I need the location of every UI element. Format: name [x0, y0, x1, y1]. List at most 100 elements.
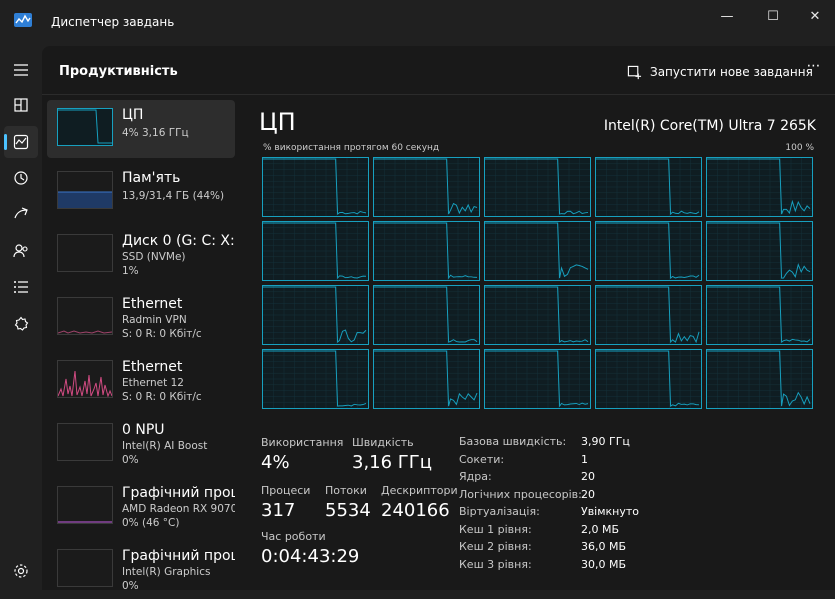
graph-max-label: 100 % [785, 143, 814, 153]
logical-processor-graph [595, 285, 702, 345]
logical-processor-graphs [262, 157, 816, 411]
resource-item-disk[interactable]: Диск 0 (G: C: X: F: SSD (NVMe) 1% [47, 226, 235, 284]
gpu-1-thumbnail [57, 549, 113, 587]
resource-detail: 4% 3,16 ГГц [122, 127, 189, 139]
page-title: Продуктивність [59, 64, 178, 79]
info-key: Логічних процесорів: [459, 488, 582, 501]
logical-processor-graph [262, 221, 369, 281]
settings-icon[interactable] [9, 559, 33, 583]
left-navigation [0, 46, 42, 590]
cpu-title: ЦП [259, 108, 296, 136]
gpu-0-thumbnail [57, 486, 113, 524]
menu-icon[interactable] [9, 58, 33, 82]
services-icon[interactable] [9, 312, 33, 336]
logical-processor-graph [262, 157, 369, 217]
performance-icon[interactable] [4, 126, 38, 158]
logical-processor-graph [706, 349, 813, 409]
resource-name: 0 NPU [122, 422, 165, 438]
resource-item-memory[interactable]: Пам'ять 13,9/31,4 ГБ (44%) [47, 163, 235, 221]
handles-label: Дескриптори [381, 484, 458, 497]
info-value: 30,0 МБ [581, 558, 627, 571]
processes-icon[interactable] [9, 93, 33, 117]
startup-icon[interactable] [9, 202, 33, 226]
ethernet-2-thumbnail [57, 360, 113, 398]
utilization-value: 4% [261, 452, 290, 473]
window-title: Диспетчер завдань [51, 15, 175, 29]
resource-detail-2: S: 0 R: 0 Кбіт/с [122, 391, 202, 403]
resource-item-gpu-1[interactable]: Графічний проце Intel(R) Graphics 0% [47, 541, 235, 599]
resource-name: ЦП [122, 107, 144, 123]
logical-processor-graph [706, 221, 813, 281]
cpu-thumbnail [57, 108, 113, 146]
resource-detail-2: 0% [122, 580, 139, 592]
maximize-button[interactable]: ☐ [758, 6, 788, 28]
logical-processor-graph [484, 157, 591, 217]
logical-processor-graph [706, 157, 813, 217]
uptime-value: 0:04:43:29 [261, 546, 360, 567]
minimize-button[interactable]: — [712, 6, 742, 28]
info-key: Кеш 2 рівня: [459, 540, 532, 553]
history-icon[interactable] [9, 166, 33, 190]
resource-name: Диск 0 (G: C: X: F: [122, 233, 235, 249]
info-key: Кеш 3 рівня: [459, 558, 532, 571]
info-key: Кеш 1 рівня: [459, 523, 532, 536]
handles-value: 240166 [381, 500, 450, 521]
details-icon[interactable] [9, 275, 33, 299]
resource-item-cpu[interactable]: ЦП 4% 3,16 ГГц [47, 100, 235, 158]
ethernet-1-thumbnail [57, 297, 113, 335]
logical-processor-graph [484, 221, 591, 281]
resource-item-gpu-0[interactable]: Графічний проце AMD Radeon RX 9070 X 0% … [47, 478, 235, 536]
npu-thumbnail [57, 423, 113, 461]
info-key: Віртуалізація: [459, 505, 540, 518]
logical-processor-graph [595, 157, 702, 217]
logical-processor-graph [595, 221, 702, 281]
info-value: 1 [581, 453, 588, 466]
info-key: Базова швидкість: [459, 435, 567, 448]
speed-label: Швидкість [352, 436, 414, 449]
resource-detail-2: 1% [122, 265, 139, 277]
resource-name: Ethernet [122, 296, 183, 312]
resource-item-ethernet-1[interactable]: Ethernet Radmin VPN S: 0 R: 0 Кбіт/с [47, 289, 235, 347]
run-new-task-button[interactable]: Запустити нове завдання [627, 60, 813, 84]
resource-detail: AMD Radeon RX 9070 X [122, 503, 235, 515]
logical-processor-graph [262, 285, 369, 345]
logical-processor-graph [373, 285, 480, 345]
memory-thumbnail [57, 171, 113, 209]
info-value: 20 [581, 470, 595, 483]
resource-detail: Intel(R) AI Boost [122, 440, 208, 452]
info-value: 20 [581, 488, 595, 501]
logical-processor-graph [484, 285, 591, 345]
resource-detail-2: S: 0 R: 0 Кбіт/с [122, 328, 202, 340]
disk-thumbnail [57, 234, 113, 272]
resource-name: Графічний проце [122, 485, 235, 501]
resource-name: Ethernet [122, 359, 183, 375]
cpu-model: Intel(R) Core(TM) Ultra 7 265K [603, 118, 816, 134]
logical-processor-graph [262, 349, 369, 409]
speed-value: 3,16 ГГц [352, 452, 433, 473]
info-value: 36,0 МБ [581, 540, 627, 553]
run-task-icon [627, 65, 642, 79]
resource-detail: Radmin VPN [122, 314, 187, 326]
resource-name: Пам'ять [122, 170, 181, 186]
resource-detail: 13,9/31,4 ГБ (44%) [122, 190, 225, 202]
more-options-button[interactable]: ⋯ [799, 58, 829, 82]
main-panel: Продуктивність Запустити нове завдання ⋯… [42, 46, 835, 592]
logical-processor-graph [706, 285, 813, 345]
uptime-label: Час роботи [261, 530, 326, 543]
info-key: Ядра: [459, 470, 492, 483]
resource-detail: SSD (NVMe) [122, 251, 186, 263]
close-button[interactable]: ✕ [800, 6, 830, 28]
threads-value: 5534 [325, 500, 371, 521]
resource-item-ethernet-2[interactable]: Ethernet Ethernet 12 S: 0 R: 0 Кбіт/с [47, 352, 235, 410]
logical-processor-graph [484, 349, 591, 409]
resource-detail-2: 0% [122, 454, 139, 466]
run-new-task-label: Запустити нове завдання [650, 65, 813, 79]
resource-item-npu[interactable]: 0 NPU Intel(R) AI Boost 0% [47, 415, 235, 473]
header-divider [42, 94, 835, 95]
processes-label: Процеси [261, 484, 311, 497]
task-manager-app-icon [14, 12, 32, 27]
logical-processor-graph [373, 221, 480, 281]
graph-label: % використання протягом 60 секунд [263, 143, 440, 153]
users-icon[interactable] [9, 239, 33, 263]
title-bar: Диспетчер завдань — ☐ ✕ [0, 0, 835, 46]
